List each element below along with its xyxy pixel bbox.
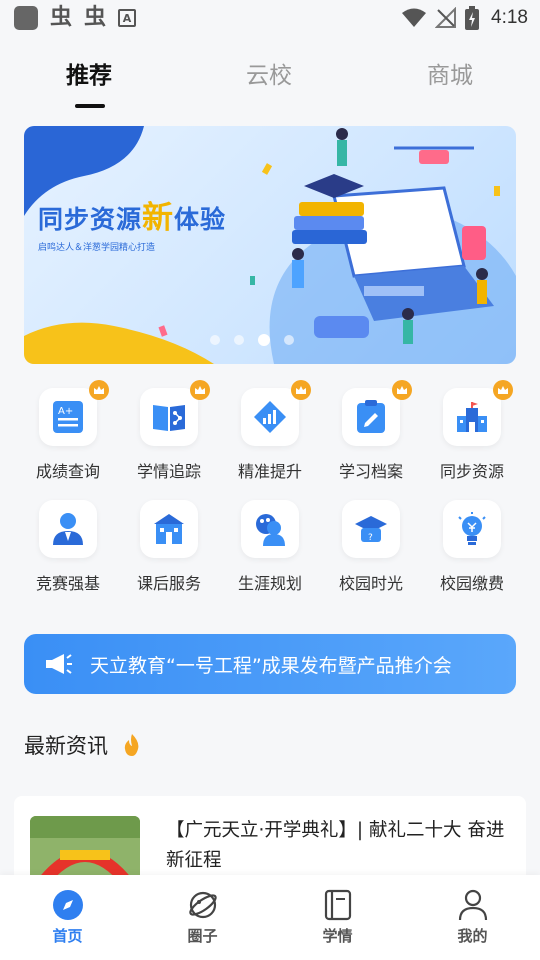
book-icon: [324, 889, 351, 921]
after-school-building-icon: [154, 514, 184, 544]
active-tab-indicator: [75, 104, 105, 108]
promo-banner[interactable]: 同步资源新体验 启鸣达人＆洋葱学园精心打造: [24, 126, 516, 364]
grid-item-campus-payment[interactable]: 校园缴费: [422, 500, 522, 594]
carousel-dot[interactable]: [210, 335, 220, 345]
nav-label: 我的: [457, 927, 488, 945]
grid-label: 生涯规划: [237, 574, 302, 593]
compass-icon: [52, 890, 83, 920]
news-item[interactable]: 【广元天立·开学典礼】| 献礼二十大 奋进新征程: [14, 796, 526, 886]
app-square-icon: [14, 6, 38, 30]
school-building-icon: [457, 402, 487, 432]
status-bar: 虫 虫 A 4:18: [0, 0, 540, 36]
grid-item-grade-query[interactable]: A+ 成绩查询: [18, 380, 118, 482]
profile-icon: [458, 889, 487, 921]
carousel-dots: [210, 334, 294, 346]
svg-text:A+: A+: [58, 406, 73, 417]
crown-badge-icon: [190, 380, 210, 400]
news-heading: 最新资讯: [24, 734, 108, 758]
bug-icon: 虫: [50, 5, 73, 30]
competition-person-icon: [53, 513, 83, 545]
learning-tracking-icon: [153, 405, 185, 431]
nav-label: 圈子: [187, 927, 218, 945]
carousel-dot[interactable]: [234, 335, 244, 345]
banner-subtitle: 启鸣达人＆洋葱学园精心打造: [38, 243, 156, 253]
grid-label: 学情追踪: [136, 462, 201, 481]
planet-icon: [188, 891, 217, 919]
grid-item-campus-time[interactable]: ? 校园时光: [321, 500, 421, 594]
grid-label: 成绩查询: [35, 462, 100, 481]
announcement-banner[interactable]: 天立教育“一号工程”成果发布暨产品推介会: [24, 634, 516, 694]
grid-item-precision-improve[interactable]: 精准提升: [220, 380, 320, 482]
megaphone-icon: [46, 654, 72, 674]
grid-item-learning-tracking[interactable]: 学情追踪: [119, 380, 219, 482]
grid-label: 校园缴费: [439, 574, 504, 593]
grid-label: 竞赛强基: [35, 574, 100, 593]
grid-label: 精准提升: [237, 462, 302, 481]
grid-label: 同步资源: [439, 462, 504, 481]
function-grid: A+ 成绩查询 学情追踪 精准提升 学习档案 同步资源 竞赛强基 课后服务 生涯…: [18, 380, 522, 612]
grid-item-sync-resources[interactable]: 同步资源: [422, 380, 522, 482]
grid-item-competition[interactable]: 竞赛强基: [18, 500, 118, 594]
bug-icon: 虫: [84, 5, 107, 30]
carousel-dot[interactable]: [284, 335, 294, 345]
nav-study[interactable]: 学情: [270, 875, 405, 960]
grid-item-career-planning[interactable]: 生涯规划: [220, 500, 320, 594]
career-planning-icon: [256, 514, 285, 546]
precision-improve-icon: [254, 401, 286, 433]
study-file-icon: [357, 400, 385, 433]
grid-label: 课后服务: [136, 574, 201, 593]
grid-item-study-file[interactable]: 学习档案: [321, 380, 421, 482]
tab-mall[interactable]: 商城: [427, 56, 473, 90]
graduation-cap-icon: ?: [355, 516, 387, 543]
no-signal-icon: [435, 7, 457, 28]
keyboard-a-icon: A: [118, 9, 137, 27]
grid-label: 学习档案: [338, 462, 403, 481]
nav-label: 首页: [52, 927, 83, 945]
news-title: 【广元天立·开学典礼】| 献礼二十大 奋进新征程: [166, 820, 505, 871]
grid-label: 校园时光: [338, 574, 403, 593]
grid-item-after-school[interactable]: 课后服务: [119, 500, 219, 594]
top-tabs: 推荐 云校 商城: [0, 36, 540, 112]
nav-circle[interactable]: 圈子: [135, 875, 270, 960]
nav-profile[interactable]: 我的: [405, 875, 540, 960]
tab-cloud-school[interactable]: 云校: [246, 56, 292, 90]
crown-badge-icon: [89, 380, 109, 400]
flame-icon: [124, 734, 139, 756]
nav-label: 学情: [322, 927, 353, 945]
clock: 4:18: [491, 7, 528, 28]
news-section-header: 最新资讯: [24, 730, 142, 760]
tab-recommend[interactable]: 推荐: [66, 56, 112, 90]
carousel-dot-active[interactable]: [258, 334, 270, 346]
banner-title: 同步资源新体验: [38, 200, 227, 236]
crown-badge-icon: [392, 380, 412, 400]
crown-badge-icon: [291, 380, 311, 400]
svg-text:?: ?: [368, 533, 373, 543]
announcement-text: 天立教育“一号工程”成果发布暨产品推介会: [90, 654, 452, 677]
crown-badge-icon: [493, 380, 513, 400]
bottom-navigation: 首页 圈子 学情 我的: [0, 875, 540, 960]
wifi-icon: [402, 8, 427, 27]
battery-charging-icon: [465, 6, 480, 30]
campus-payment-bulb-icon: [458, 512, 486, 545]
grade-report-icon: A+: [53, 401, 83, 433]
app-screen: 虫 虫 A 4:18 推荐 云校 商城 同步资源新体验 启鸣达人＆洋葱学园精心打…: [0, 0, 540, 960]
nav-home[interactable]: 首页: [0, 875, 135, 960]
